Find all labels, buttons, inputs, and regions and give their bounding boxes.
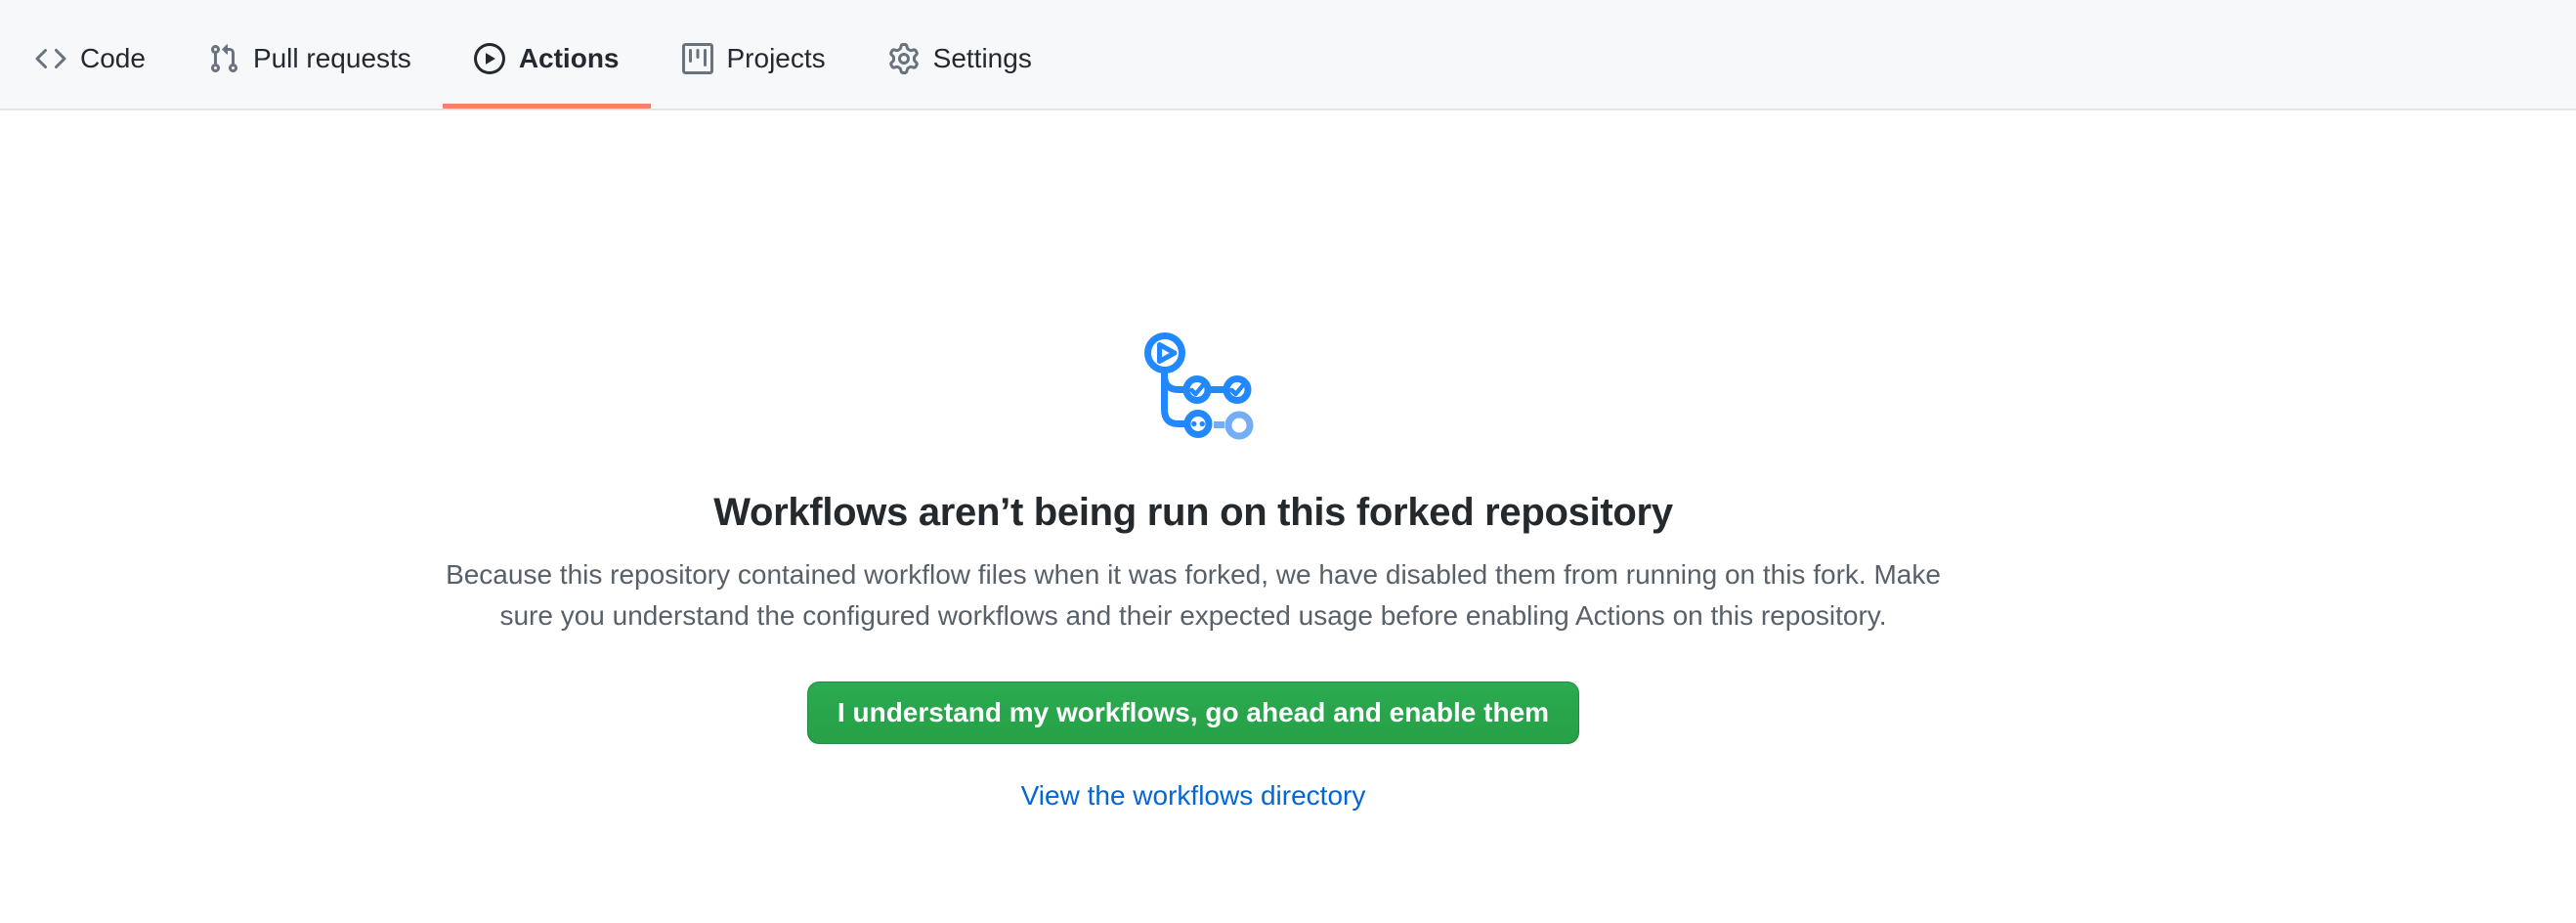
tab-projects[interactable]: Projects	[651, 14, 857, 109]
tab-code[interactable]: Code	[4, 14, 177, 109]
play-icon	[474, 43, 505, 74]
tab-pull-requests[interactable]: Pull requests	[177, 14, 443, 109]
tab-settings[interactable]: Settings	[857, 14, 1063, 109]
gear-icon	[888, 43, 920, 74]
tab-label: Code	[80, 45, 146, 72]
tab-label: Projects	[727, 45, 826, 72]
workflow-graph-icon	[1132, 330, 1255, 443]
git-pull-request-icon	[208, 43, 239, 74]
tab-label: Pull requests	[253, 45, 411, 72]
blankslate-title: Workflows aren’t being run on this forke…	[0, 488, 2386, 537]
tab-label: Settings	[933, 45, 1032, 72]
repo-nav: Code Pull requests Actions Projects Sett…	[0, 0, 2576, 110]
tab-label: Actions	[519, 45, 620, 72]
enable-workflows-button[interactable]: I understand my workflows, go ahead and …	[807, 681, 1579, 744]
blankslate-description: Because this repository contained workfl…	[0, 554, 2386, 637]
tab-actions[interactable]: Actions	[443, 14, 651, 109]
project-icon	[682, 43, 713, 74]
view-workflows-directory-link[interactable]: View the workflows directory	[1021, 780, 1366, 811]
description-line: Because this repository contained workfl…	[446, 559, 1941, 590]
code-icon	[35, 43, 66, 74]
actions-blankslate: Workflows aren’t being run on this forke…	[0, 110, 2386, 821]
description-line: sure you understand the configured workf…	[499, 600, 1886, 631]
